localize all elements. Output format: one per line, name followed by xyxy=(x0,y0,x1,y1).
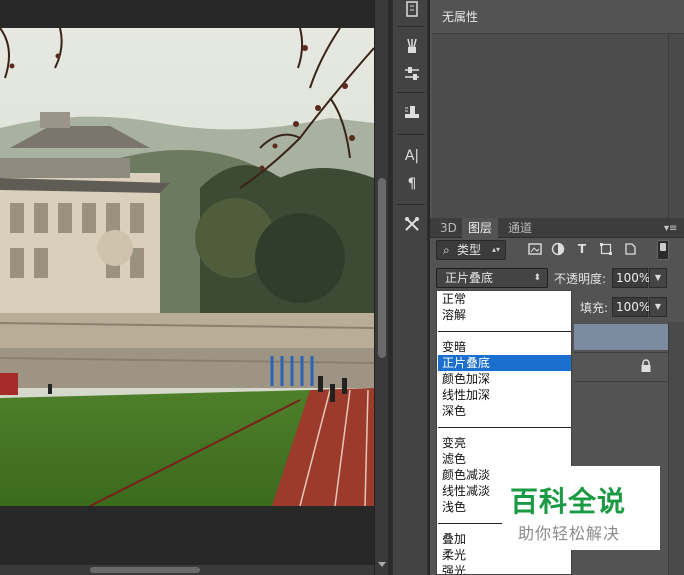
character-icon[interactable]: A| xyxy=(401,146,423,166)
layers-tab-bar: 3D 图层 通道 xyxy=(430,218,684,238)
layer-row-selected[interactable] xyxy=(574,324,668,350)
opacity-input[interactable]: 100% xyxy=(612,268,650,288)
blend-mode-select[interactable]: 正片叠底 ⬍ xyxy=(436,268,548,288)
adjustments-icon[interactable] xyxy=(401,64,423,84)
menu-item-darken[interactable]: 变暗 xyxy=(438,339,571,355)
menu-separator xyxy=(438,427,571,429)
tool-presets-icon[interactable] xyxy=(401,214,423,234)
tool-separator xyxy=(397,134,425,135)
panel-icon-strip: A| ¶ xyxy=(392,0,428,575)
filter-toggle-switch[interactable] xyxy=(657,240,669,260)
menu-item-linear-burn[interactable]: 线性加深 xyxy=(438,387,571,403)
tool-separator xyxy=(397,204,425,205)
properties-title: 无属性 xyxy=(442,10,479,24)
tab-layers[interactable]: 图层 xyxy=(462,218,499,238)
menu-separator xyxy=(438,331,571,333)
watermark-subtitle: 助你轻松解决 xyxy=(518,524,621,543)
menu-item-multiply[interactable]: 正片叠底 xyxy=(438,355,571,371)
menu-item-lighten[interactable]: 变亮 xyxy=(438,435,571,451)
fill-label: 填充: xyxy=(580,301,609,315)
lock-icon xyxy=(640,359,652,373)
search-icon: ⌕ xyxy=(443,243,450,257)
opacity-label: 不透明度: xyxy=(554,272,607,286)
properties-body xyxy=(432,34,668,218)
fill-dropdown-icon[interactable]: ▼ xyxy=(649,297,667,317)
layers-scrollbar[interactable] xyxy=(668,322,684,575)
adjustment-filter-icon[interactable] xyxy=(551,242,565,256)
paragraph-icon[interactable]: ¶ xyxy=(401,174,423,194)
type-filter-icon[interactable]: T xyxy=(575,242,589,256)
horizontal-scroll-thumb[interactable] xyxy=(90,567,200,573)
opacity-dropdown-icon[interactable]: ▼ xyxy=(649,268,667,288)
history-icon[interactable] xyxy=(401,0,423,20)
menu-item-hard-light[interactable]: 强光 xyxy=(438,563,571,574)
chevron-updown-icon: ▴▾ xyxy=(491,245,500,254)
menu-item-screen[interactable]: 滤色 xyxy=(438,451,571,467)
watermark-title: 百科全说 xyxy=(510,485,627,518)
layer-row-background[interactable] xyxy=(574,352,668,382)
shape-filter-icon[interactable] xyxy=(599,242,613,256)
blend-mode-value: 正片叠底 xyxy=(445,271,494,285)
menu-item-dissolve[interactable]: 溶解 xyxy=(438,307,571,323)
properties-scrollbar[interactable] xyxy=(668,34,684,218)
brush-presets-icon[interactable] xyxy=(401,36,423,56)
clone-source-icon[interactable] xyxy=(401,102,423,122)
tab-channels[interactable]: 通道 xyxy=(502,218,538,238)
smart-object-filter-icon[interactable] xyxy=(623,242,637,256)
tool-separator xyxy=(397,92,425,93)
menu-item-darker-color[interactable]: 深色 xyxy=(438,403,571,419)
horizontal-scrollbar[interactable] xyxy=(0,565,374,575)
layer-filter-kind-select[interactable]: ⌕ 类型 ▴▾ xyxy=(436,240,506,260)
kind-select-label: 类型 xyxy=(457,243,482,257)
fill-input[interactable]: 100% xyxy=(612,297,650,317)
chevron-updown-icon: ⬍ xyxy=(533,273,541,283)
document-image xyxy=(0,28,374,506)
vertical-scroll-thumb[interactable] xyxy=(378,178,386,358)
image-filter-icon[interactable] xyxy=(528,242,542,256)
tab-3d[interactable]: 3D xyxy=(434,218,463,238)
menu-item-normal[interactable]: 正常 xyxy=(438,291,571,307)
panel-menu-icon[interactable]: ▾≡ xyxy=(664,223,677,234)
menu-item-color-burn[interactable]: 颜色加深 xyxy=(438,371,571,387)
vertical-scrollbar[interactable] xyxy=(374,0,388,575)
scroll-down-arrow-icon[interactable] xyxy=(378,562,386,567)
tool-separator xyxy=(397,26,425,27)
watermark-logo: 百科全说 助你轻松解决 xyxy=(502,466,660,550)
